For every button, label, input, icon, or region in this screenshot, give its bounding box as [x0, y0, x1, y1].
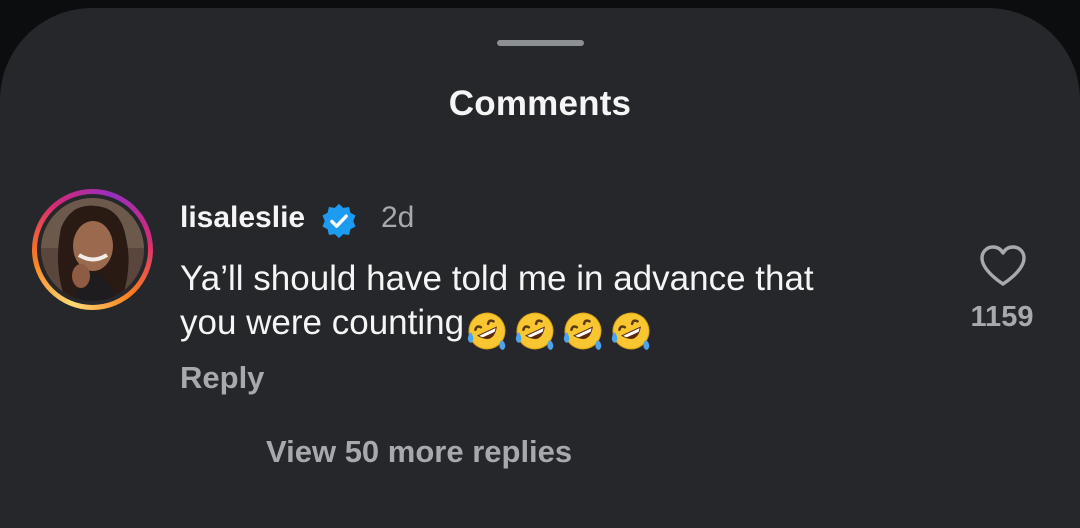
verified-badge-icon: [322, 203, 356, 239]
like-count: 1159: [970, 301, 1034, 333]
drag-handle[interactable]: [497, 40, 584, 46]
comment-text: Ya’ll should have told me in advance tha…: [180, 257, 940, 352]
comment-text-line-2: you were counting: [180, 301, 940, 352]
comment-text-line-1: Ya’ll should have told me in advance tha…: [180, 259, 814, 298]
comment-username[interactable]: lisaleslie: [180, 201, 305, 235]
laughing-emoji-icon: [611, 312, 650, 350]
laughing-emoji-icon: [467, 312, 506, 350]
laughing-emoji-icon: [515, 312, 554, 350]
avatar[interactable]: [41, 198, 144, 301]
view-more-replies-button[interactable]: View 50 more replies: [266, 434, 572, 470]
avatar-story-ring[interactable]: [32, 189, 153, 310]
comment-timestamp: 2d: [381, 201, 415, 234]
emoji-group: [466, 307, 658, 352]
comments-sheet: Comments lisaleslie 2d Ya’ll should have…: [0, 8, 1080, 528]
reply-button[interactable]: Reply: [180, 360, 264, 396]
heart-icon[interactable]: [979, 244, 1027, 288]
sheet-title: Comments: [448, 84, 632, 123]
laughing-emoji-icon: [563, 312, 602, 350]
comment-text-line-2-words: you were counting: [180, 303, 465, 342]
